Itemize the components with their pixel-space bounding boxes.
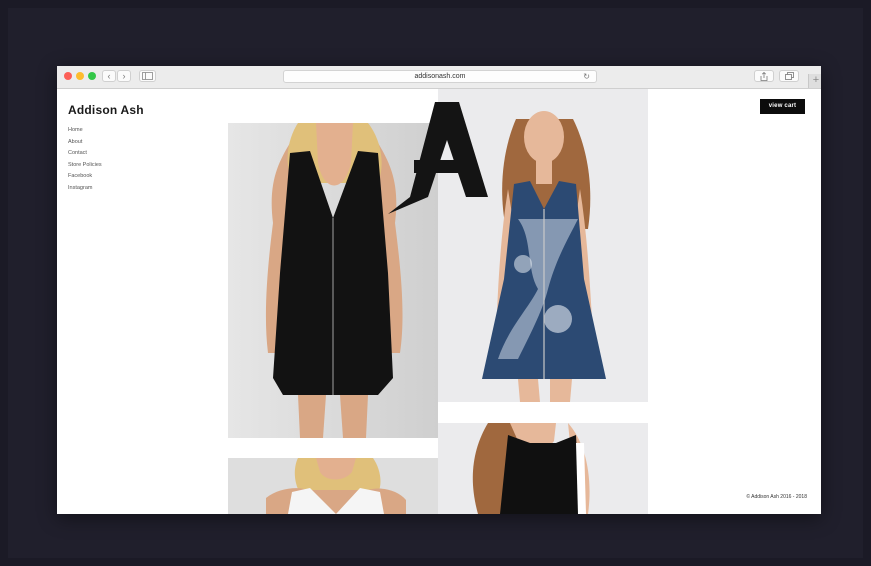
browser-window: ‹ › addisonash.com ↻ + Addison Ash Home …	[57, 66, 821, 514]
share-button[interactable]	[754, 70, 774, 82]
nav-item-instagram[interactable]: Instagram	[68, 184, 102, 196]
tabs-icon	[784, 72, 794, 80]
site-nav: Home About Contact Store Policies Facebo…	[68, 126, 102, 195]
minimize-window-button[interactable]	[76, 72, 84, 80]
chevron-right-icon: ›	[122, 71, 126, 81]
copyright-text: © Addison Ash 2016 - 2018	[746, 494, 807, 500]
addison-ash-logo-icon	[388, 102, 488, 214]
nav-item-contact[interactable]: Contact	[68, 149, 102, 161]
web-page: Addison Ash Home About Contact Store Pol…	[57, 89, 821, 514]
nav-item-store-policies[interactable]: Store Policies	[68, 161, 102, 173]
chevron-left-icon: ‹	[107, 71, 111, 81]
address-bar[interactable]: addisonash.com ↻	[283, 70, 597, 83]
nav-item-about[interactable]: About	[68, 138, 102, 150]
back-button[interactable]: ‹	[102, 70, 116, 82]
model-figure-illustration	[228, 458, 438, 514]
forward-button[interactable]: ›	[117, 70, 131, 82]
url-text: addisonash.com	[414, 73, 466, 80]
share-icon	[760, 71, 768, 81]
site-brand[interactable]: Addison Ash	[68, 103, 144, 117]
browser-toolbar: ‹ › addisonash.com ↻ +	[57, 66, 821, 89]
new-tab-button[interactable]: +	[808, 74, 821, 88]
nav-item-home[interactable]: Home	[68, 126, 102, 138]
model-figure-illustration	[438, 423, 648, 514]
product-photo-white-top[interactable]	[228, 458, 438, 514]
view-cart-button[interactable]: view cart	[760, 99, 805, 114]
close-window-button[interactable]	[64, 72, 72, 80]
sidebar-icon	[142, 72, 153, 80]
product-photo-black-top[interactable]	[438, 423, 648, 514]
sidebar-toggle-button[interactable]	[139, 70, 156, 82]
tabs-overview-button[interactable]	[779, 70, 799, 82]
nav-item-facebook[interactable]: Facebook	[68, 172, 102, 184]
reload-icon[interactable]: ↻	[583, 71, 590, 82]
zoom-window-button[interactable]	[88, 72, 96, 80]
